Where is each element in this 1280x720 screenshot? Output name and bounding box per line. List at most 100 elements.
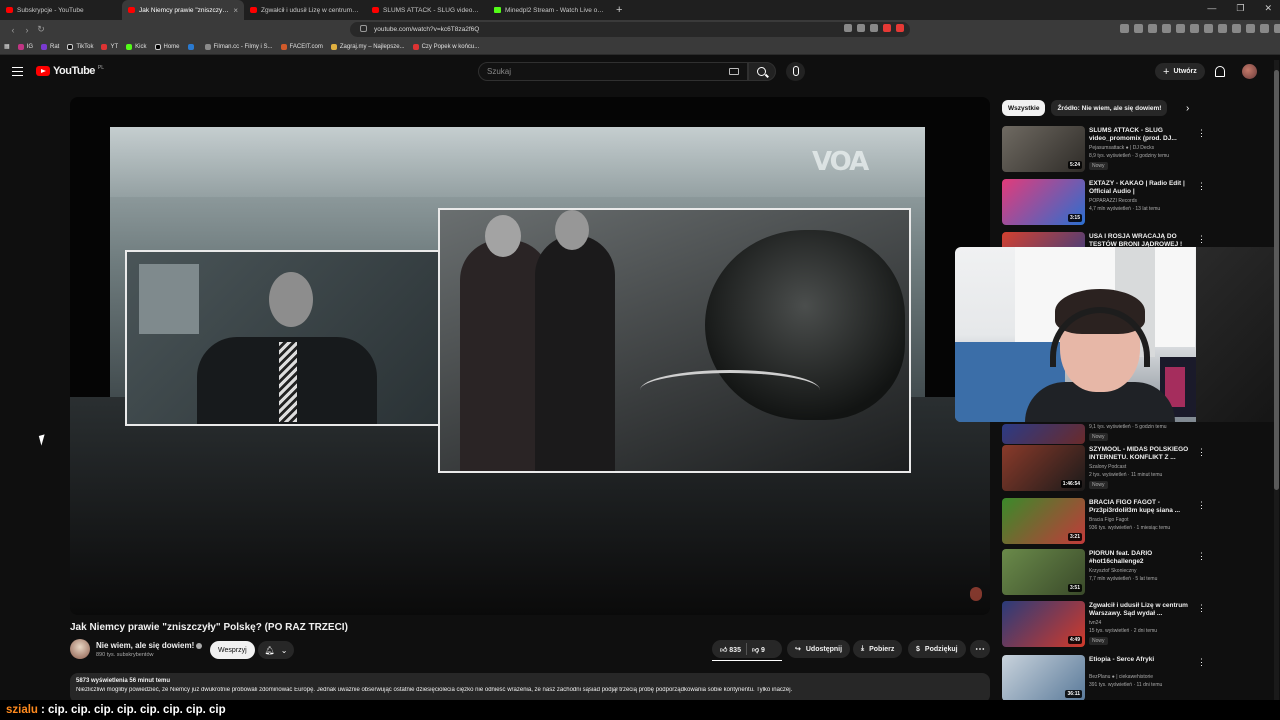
description-box[interactable]: 5873 wyświetlenia 56 minut temu Niezlicz… — [70, 673, 990, 703]
recommendation-item[interactable]: 5:24 SLUMS ATTACK - SLUG video_promomix (… — [1002, 126, 1272, 174]
recommendation-channel[interactable]: Krzysztof Skonieczny — [1089, 568, 1137, 574]
chip-source[interactable]: Źródło: Nie wiem, ale się dowiem! — [1051, 100, 1168, 116]
video-thumbnail[interactable]: 36:11 — [1002, 655, 1085, 701]
bookmark-item[interactable]: Rat — [41, 43, 59, 50]
more-actions-button[interactable]: ⋯ — [970, 640, 990, 658]
install-icon[interactable] — [844, 24, 852, 32]
recommendation-channel[interactable]: tvn24 — [1089, 620, 1101, 626]
bookmark-star-icon[interactable] — [870, 24, 878, 32]
microphone-icon[interactable] — [786, 62, 805, 81]
notification-extension-icon[interactable] — [896, 24, 904, 32]
recommendation-channel[interactable]: BezPlanu ● | ciekawehistorie — [1089, 674, 1153, 680]
channel-avatar[interactable] — [70, 639, 90, 659]
recommendation-item[interactable]: 1:46:54 SZYMOOL - MIDAS POLSKIEGO INTERNE… — [1002, 445, 1272, 493]
create-button[interactable]: + Utwórz — [1155, 63, 1205, 80]
account-avatar[interactable] — [1242, 64, 1257, 79]
more-vert-icon[interactable]: ⋮ — [1197, 234, 1206, 245]
bookmark-item[interactable]: IG — [17, 43, 33, 50]
menu-icon[interactable] — [12, 67, 23, 76]
notifications-bell-icon[interactable] — [1215, 66, 1225, 77]
close-tab-icon[interactable]: × — [233, 6, 238, 15]
recommendation-title[interactable]: SZYMOOL - MIDAS POLSKIEGO INTERNETU. KON… — [1089, 446, 1199, 462]
video-thumbnail[interactable]: 3:51 — [1002, 549, 1085, 595]
more-vert-icon[interactable]: ⋮ — [1197, 603, 1206, 614]
extension-icon[interactable] — [1190, 24, 1199, 33]
back-icon[interactable]: ‹ — [6, 25, 20, 35]
browser-tab[interactable]: Zgwałcił i udusił Lizę w centrum Wa — [244, 0, 366, 20]
chevron-right-icon[interactable]: › — [1186, 103, 1189, 114]
browser-tab[interactable]: SLUMS ATTACK - SLUG video_promo — [366, 0, 488, 20]
extension-icon[interactable] — [1232, 24, 1241, 33]
recommendation-item[interactable]: 36:11 Etiopia - Serce Afryki BezPlanu ● | … — [1002, 655, 1272, 703]
more-vert-icon[interactable]: ⋮ — [1197, 500, 1206, 511]
reload-icon[interactable]: ↻ — [34, 24, 48, 35]
download-button[interactable]: ⤓ Pobierz — [853, 640, 903, 658]
bookmark-item[interactable]: Filman.cc - Filmy i S... — [204, 43, 273, 50]
extension-icon[interactable] — [1246, 24, 1255, 33]
bookmark-item[interactable]: Kick — [126, 43, 147, 50]
more-vert-icon[interactable]: ⋮ — [1197, 128, 1206, 139]
recommendation-item[interactable]: 3:15 EXTAZY - KAKAO | Radio Edit | Offici… — [1002, 179, 1272, 227]
extension-icon[interactable] — [1204, 24, 1213, 33]
search-button[interactable] — [748, 62, 776, 81]
bookmark-item[interactable]: Home — [154, 43, 180, 50]
extension-icon[interactable] — [1120, 24, 1129, 33]
extension-icon[interactable] — [1274, 24, 1280, 33]
video-thumbnail[interactable] — [1002, 424, 1085, 444]
video-thumbnail[interactable]: 4:49 — [1002, 601, 1085, 647]
bookmark-item[interactable]: YT — [101, 43, 118, 50]
recommendation-channel[interactable]: Szalony Podcast — [1089, 464, 1126, 470]
recommendation-channel[interactable]: Bracia Figo Fagot — [1089, 517, 1128, 523]
bookmark-item[interactable]: Czy Popek w końcu... — [412, 43, 479, 50]
bookmark-item[interactable] — [187, 43, 197, 50]
subscription-bell-button[interactable]: 🔔︎ ⌄ — [258, 641, 294, 659]
recommendation-channel[interactable]: Pejasumsattack ● | DJ Decks — [1089, 145, 1154, 151]
extension-icon[interactable] — [1162, 24, 1171, 33]
bookmark-item[interactable]: FACEIT.com — [280, 43, 323, 50]
bookmark-item[interactable]: TikTok — [67, 43, 93, 50]
keyboard-icon[interactable] — [729, 68, 739, 75]
recommendation-title[interactable]: Etiopia - Serce Afryki — [1089, 656, 1199, 664]
more-vert-icon[interactable]: ⋮ — [1197, 447, 1206, 458]
extension-icon[interactable] — [1134, 24, 1143, 33]
minimize-icon[interactable]: — — [1207, 3, 1216, 14]
dislike-button[interactable]: 👎︎ 9 — [752, 645, 765, 654]
browser-tab[interactable]: Minedpl2 Stream - Watch Live on Ki — [488, 0, 610, 20]
bookmark-item[interactable]: Zagraj.my – Najlepsze... — [330, 43, 405, 50]
maximize-icon[interactable]: ❐ — [1236, 3, 1244, 14]
more-vert-icon[interactable]: ⋮ — [1197, 181, 1206, 192]
video-thumbnail[interactable]: 3:15 — [1002, 179, 1085, 225]
extension-icon[interactable] — [1148, 24, 1157, 33]
more-vert-icon[interactable]: ⋮ — [1197, 551, 1206, 562]
recommendation-title[interactable]: PIORUN feat. DARIO #hot16challenge2 — [1089, 550, 1199, 566]
chip-all[interactable]: Wszystkie — [1002, 100, 1046, 116]
extension-icon[interactable] — [1176, 24, 1185, 33]
search-input[interactable]: Szukaj — [478, 62, 748, 81]
recommendation-title[interactable]: EXTAZY - KAKAO | Radio Edit | Official A… — [1089, 180, 1199, 196]
forward-icon[interactable]: › — [20, 25, 34, 35]
support-button[interactable]: Wesprzyj — [210, 641, 255, 659]
extension-icon[interactable] — [1260, 24, 1269, 33]
new-tab-button[interactable]: + — [610, 4, 628, 16]
thanks-button[interactable]: $ Podziękuj — [908, 640, 966, 658]
youtube-logo[interactable]: YouTube PL — [36, 65, 104, 77]
browser-tab-active[interactable]: Jak Niemcy prawie "zniszczyły" P × — [122, 0, 244, 20]
recommendation-title[interactable]: Zgwałcił i udusił Lizę w centrum Warszaw… — [1089, 602, 1199, 618]
like-button[interactable]: 👍︎ 835 — [720, 645, 741, 654]
recommendation-item[interactable]: 3:51 PIORUN feat. DARIO #hot16challenge2 K… — [1002, 549, 1272, 597]
recommendation-item[interactable]: 4:49 Zgwałcił i udusił Lizę w centrum War… — [1002, 601, 1272, 649]
recommendation-title[interactable]: BRACIA FIGO FAGOT - Prz3pi3rdolił3m kupę… — [1089, 499, 1199, 515]
share-page-icon[interactable] — [857, 24, 865, 32]
close-window-icon[interactable]: ✕ — [1264, 3, 1272, 14]
share-button[interactable]: ↪ Udostępnij — [787, 640, 851, 658]
recommendation-item[interactable]: 3:21 BRACIA FIGO FAGOT - Prz3pi3rdolił3m … — [1002, 498, 1272, 546]
video-player[interactable]: VOA — [70, 97, 990, 615]
site-info-icon[interactable] — [360, 25, 367, 32]
shield-extension-icon[interactable] — [883, 24, 891, 32]
channel-watermark-icon[interactable] — [970, 587, 982, 601]
url-field[interactable]: youtube.com/watch?v=kc6T8za2f6Q — [350, 22, 910, 37]
video-thumbnail[interactable]: 5:24 — [1002, 126, 1085, 172]
page-scrollbar[interactable] — [1274, 60, 1279, 700]
browser-tab[interactable]: Subskrypcje - YouTube — [0, 0, 122, 20]
recommendation-channel[interactable]: POPARAZZI Records — [1089, 198, 1137, 204]
